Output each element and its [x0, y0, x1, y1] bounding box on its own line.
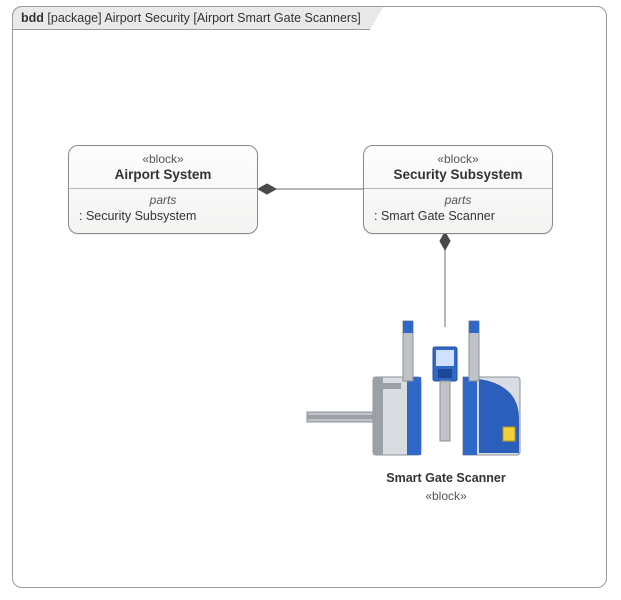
- frame-header-tab: bdd [package] Airport Security [Airport …: [12, 6, 384, 30]
- block-stereotype: «block»: [341, 489, 551, 503]
- block-security-subsystem[interactable]: «block» Security Subsystem parts : Smart…: [363, 145, 553, 234]
- block-title: Smart Gate Scanner: [341, 471, 551, 485]
- right-gate: [463, 321, 520, 455]
- compartment-label: parts: [374, 193, 542, 207]
- block-parts-compartment: parts : Smart Gate Scanner: [364, 189, 552, 233]
- block-part: : Smart Gate Scanner: [374, 209, 542, 223]
- block-airport-system[interactable]: «block» Airport System parts : Security …: [68, 145, 258, 234]
- frame-kind-bracket: [package]: [47, 11, 101, 25]
- block-stereotype: «block»: [75, 152, 251, 166]
- kiosk: [433, 347, 457, 441]
- block-stereotype: «block»: [370, 152, 546, 166]
- block-part: : Security Subsystem: [79, 209, 247, 223]
- frame-package: Airport Security: [104, 11, 189, 25]
- block-header: «block» Airport System: [69, 146, 257, 189]
- bdd-frame: bdd [package] Airport Security [Airport …: [12, 6, 607, 588]
- block-title: Security Subsystem: [370, 167, 546, 182]
- block-header: «block» Security Subsystem: [364, 146, 552, 189]
- frame-diagram-name: [Airport Smart Gate Scanners]: [193, 11, 360, 25]
- left-gate: [373, 321, 421, 455]
- block-smart-gate-scanner[interactable]: Smart Gate Scanner «block»: [341, 467, 551, 503]
- block-title: Airport System: [75, 167, 251, 182]
- block-parts-compartment: parts : Security Subsystem: [69, 189, 257, 233]
- compartment-label: parts: [79, 193, 247, 207]
- frame-kind: bdd: [21, 11, 44, 25]
- smart-gate-scanner-image: [307, 321, 520, 455]
